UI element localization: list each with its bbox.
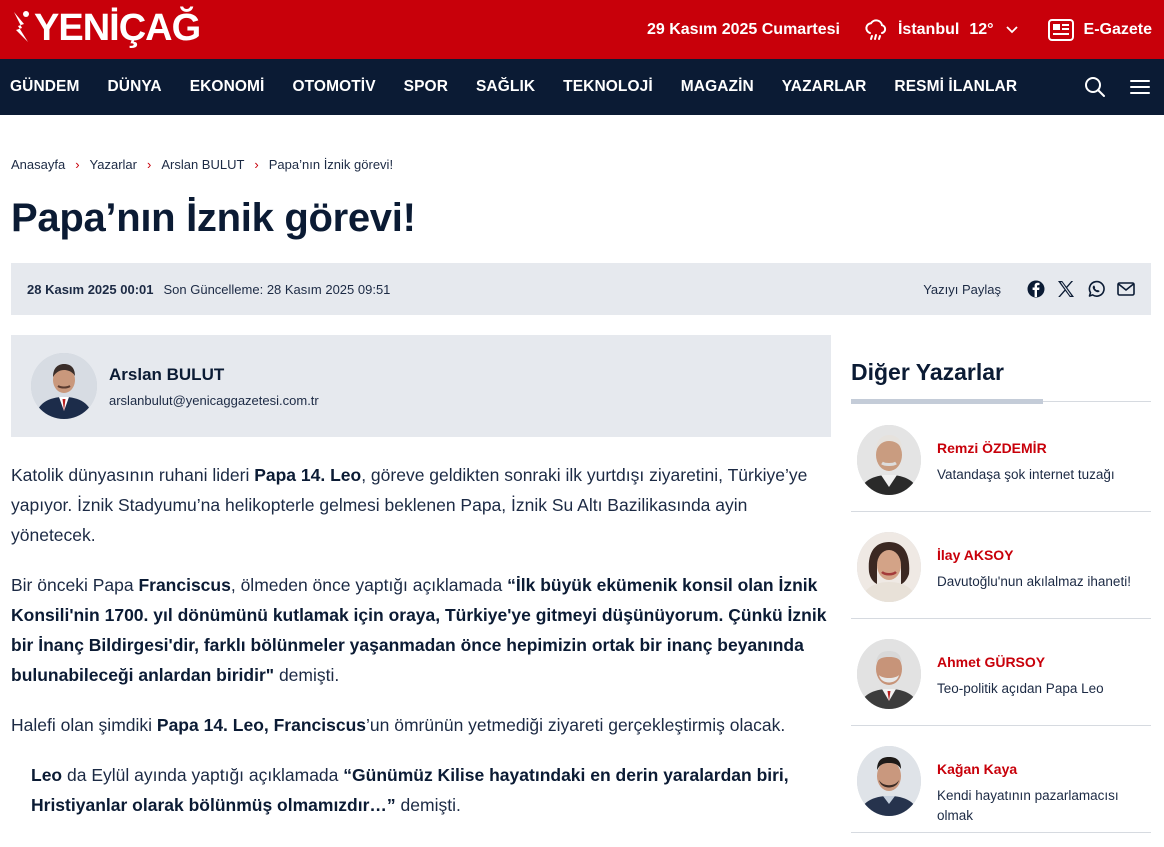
writer-headline[interactable]: Kendi hayatının pazarlamacısı olmak <box>937 786 1151 826</box>
article-paragraph: Katolik dünyasının ruhani lideri Papa 14… <box>11 465 808 545</box>
weather-widget[interactable]: İstanbul 12° <box>864 18 1018 41</box>
writer-photo <box>857 425 921 495</box>
author-name[interactable]: Arslan BULUT <box>109 365 224 385</box>
chevron-right-icon: › <box>147 157 152 172</box>
nav-item-magazin[interactable]: MAGAZİN <box>681 78 754 96</box>
newspaper-icon <box>1047 18 1074 41</box>
menu-icon[interactable] <box>1130 79 1150 95</box>
chevron-right-icon: › <box>75 157 80 172</box>
nav-item-gundem[interactable]: GÜNDEM <box>10 78 80 96</box>
cloud-rain-icon <box>865 18 887 40</box>
breadcrumb: Anasayfa › Yazarlar › Arslan BULUT › Pap… <box>11 157 393 172</box>
breadcrumb-home[interactable]: Anasayfa <box>11 157 65 172</box>
article-paragraph: Halefi olan şimdiki Papa 14. Leo, Franci… <box>11 715 786 735</box>
mail-icon[interactable] <box>1117 281 1135 297</box>
writer-photo <box>857 532 921 602</box>
sidebar-title: Diğer Yazarlar <box>851 359 1005 385</box>
writer-name[interactable]: Remzi ÖZDEMİR <box>937 440 1047 456</box>
facebook-icon[interactable] <box>1027 280 1045 298</box>
logo-text: YENİÇAĞ <box>34 7 201 49</box>
breadcrumb-current: Papa’nın İznik görevi! <box>268 157 394 172</box>
weather-city: İstanbul <box>897 20 960 38</box>
top-bar: YENİÇAĞ 29 Kasım 2025 Cumartesi İstanbul… <box>0 0 1164 59</box>
updated-date: Son Güncelleme: 28 Kasım 2025 09:51 <box>163 281 391 297</box>
publish-date: 28 Kasım 2025 00:01 <box>27 281 154 297</box>
whatsapp-icon[interactable] <box>1087 280 1105 298</box>
nav-item-teknoloji[interactable]: TEKNOLOJİ <box>563 78 653 96</box>
nav-item-otomotiv[interactable]: OTOMOTİV <box>292 78 375 96</box>
e-gazete-label: E-Gazete <box>1083 20 1152 38</box>
x-twitter-icon[interactable] <box>1057 280 1075 298</box>
article-body: Katolik dünyasının ruhani lideri Papa 14… <box>11 460 829 840</box>
author-email[interactable]: arslanbulut@yenicaggazetesi.com.tr <box>109 393 319 408</box>
site-logo[interactable]: YENİÇAĞ <box>10 6 201 50</box>
logo-mark-icon <box>14 11 29 42</box>
author-card: Arslan BULUT arslanbulut@yenicaggazetesi… <box>11 335 831 437</box>
share-label: Yazıyı Paylaş <box>923 281 1001 297</box>
writer-name[interactable]: İlay AKSOY <box>937 547 1014 563</box>
writer-card[interactable]: Ahmet GÜRSOY Teo-politik açıdan Papa Leo <box>851 619 1151 726</box>
writer-headline[interactable]: Davutoğlu'nun akılalmaz ihaneti! <box>937 572 1151 592</box>
author-avatar[interactable] <box>31 353 97 419</box>
writer-card[interactable]: Remzi ÖZDEMİR Vatandaşa şok internet tuz… <box>851 405 1151 512</box>
search-icon[interactable] <box>1084 76 1106 98</box>
nav-item-saglik[interactable]: SAĞLIK <box>476 78 535 96</box>
breadcrumb-yazarlar[interactable]: Yazarlar <box>90 157 137 172</box>
article-paragraph: Bir önceki Papa Franciscus, ölmeden önce… <box>11 575 827 685</box>
current-date: 29 Kasım 2025 Cumartesi <box>646 20 840 38</box>
chevron-right-icon: › <box>254 157 259 172</box>
nav-item-ekonomi[interactable]: EKONOMİ <box>190 78 265 96</box>
e-gazete-link[interactable]: E-Gazete <box>1047 18 1152 41</box>
nav-item-yazarlar[interactable]: YAZARLAR <box>782 78 867 96</box>
chevron-down-icon[interactable] <box>1005 25 1018 34</box>
article-title: Papa’nın İznik görevi! <box>11 196 416 240</box>
writer-headline[interactable]: Teo-politik açıdan Papa Leo <box>937 679 1151 699</box>
breadcrumb-author[interactable]: Arslan BULUT <box>161 157 244 172</box>
main-nav: GÜNDEM DÜNYA EKONOMİ OTOMOTİV SPOR SAĞLI… <box>0 59 1164 115</box>
writer-photo <box>857 746 921 816</box>
writer-card[interactable]: İlay AKSOY Davutoğlu'nun akılalmaz ihane… <box>851 512 1151 619</box>
writer-photo <box>857 639 921 709</box>
weather-temp: 12° <box>969 20 994 38</box>
nav-item-resmi-ilanlar[interactable]: RESMİ İLANLAR <box>894 78 1017 96</box>
nav-item-spor[interactable]: SPOR <box>404 78 448 96</box>
writer-name[interactable]: Kağan Kaya <box>937 761 1017 777</box>
article-paragraph: Leo da Eylül ayında yaptığı açıklamada “… <box>31 765 789 815</box>
sidebar-divider-accent <box>851 399 1043 404</box>
writer-headline[interactable]: Vatandaşa şok internet tuzağı <box>937 465 1151 485</box>
writer-name[interactable]: Ahmet GÜRSOY <box>937 654 1045 670</box>
article-meta-bar: 28 Kasım 2025 00:01 Son Güncelleme: 28 K… <box>11 263 1151 315</box>
writer-card[interactable]: Kağan Kaya Kendi hayatının pazarlamacısı… <box>851 726 1151 833</box>
nav-item-dunya[interactable]: DÜNYA <box>108 78 162 96</box>
